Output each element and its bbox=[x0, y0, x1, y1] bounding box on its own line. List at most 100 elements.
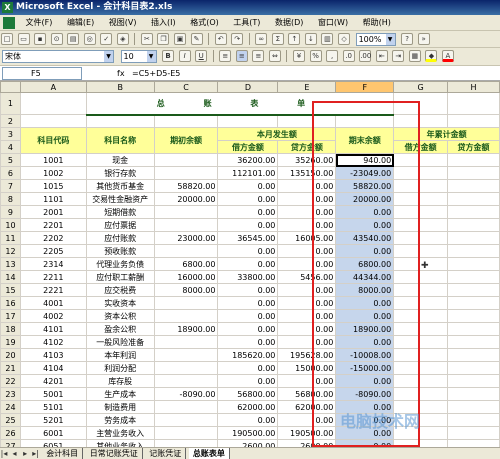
end-cell[interactable]: 0.00 bbox=[335, 309, 395, 323]
redo-icon[interactable]: ↷ bbox=[231, 33, 244, 45]
name-cell[interactable]: 库存股 bbox=[85, 374, 155, 388]
debit-cell[interactable]: 185620.00 bbox=[217, 348, 279, 362]
begin-cell[interactable] bbox=[153, 400, 219, 414]
menu-help[interactable]: 帮助(H) bbox=[357, 15, 397, 30]
research-icon[interactable]: ◈ bbox=[116, 33, 129, 45]
end-cell[interactable]: 0.00 bbox=[335, 439, 395, 447]
cum-debit-cell[interactable] bbox=[393, 192, 449, 206]
end-cell[interactable]: 0.00 bbox=[335, 335, 395, 349]
header-period[interactable]: 本月发生额 bbox=[217, 127, 337, 141]
end-cell[interactable]: 8000.00 bbox=[335, 283, 395, 297]
drawing-icon[interactable]: ◇ bbox=[338, 33, 351, 45]
begin-cell[interactable] bbox=[153, 309, 219, 323]
name-cell[interactable]: 主营业务收入 bbox=[85, 426, 155, 440]
cum-debit-cell[interactable] bbox=[393, 361, 449, 375]
code-cell[interactable]: 2205 bbox=[19, 244, 87, 258]
debit-cell[interactable]: 190500.00 bbox=[217, 426, 279, 440]
cum-credit-cell[interactable] bbox=[447, 400, 500, 414]
code-cell[interactable]: 6051 bbox=[19, 439, 87, 447]
credit-cell[interactable]: 0.00 bbox=[277, 244, 337, 258]
menu-data[interactable]: 数据(D) bbox=[269, 15, 309, 30]
credit-cell[interactable]: 0.00 bbox=[277, 205, 337, 219]
credit-cell[interactable]: 0.00 bbox=[277, 335, 337, 349]
row-header[interactable]: 8 bbox=[0, 192, 21, 206]
code-cell[interactable]: 4104 bbox=[19, 361, 87, 375]
debit-cell[interactable]: 0.00 bbox=[217, 322, 279, 336]
row-header[interactable]: 21 bbox=[0, 361, 21, 375]
column-header-f[interactable]: F bbox=[335, 81, 395, 93]
name-cell[interactable]: 劳务成本 bbox=[85, 413, 155, 427]
column-header-a[interactable]: A bbox=[19, 81, 87, 93]
debit-cell[interactable]: 2600.00 bbox=[217, 439, 279, 447]
begin-cell[interactable]: 18900.00 bbox=[153, 322, 219, 336]
permission-icon[interactable]: ⊙ bbox=[50, 33, 63, 45]
name-cell[interactable]: 一般风险准备 bbox=[85, 335, 155, 349]
merge-center-icon[interactable]: ⇔ bbox=[268, 50, 281, 62]
end-cell[interactable]: 43540.00 bbox=[335, 231, 395, 245]
cum-credit-cell[interactable] bbox=[447, 335, 500, 349]
prev-sheet-icon[interactable]: ◂ bbox=[11, 448, 19, 459]
row-header[interactable]: 16 bbox=[0, 296, 21, 310]
end-cell[interactable]: 940.00 bbox=[335, 153, 395, 167]
next-sheet-icon[interactable]: ▸ bbox=[21, 448, 29, 459]
cum-debit-cell[interactable] bbox=[393, 205, 449, 219]
credit-cell[interactable]: 0.00 bbox=[277, 322, 337, 336]
column-header-g[interactable]: G bbox=[393, 81, 449, 93]
debit-cell[interactable]: 33800.00 bbox=[217, 270, 279, 284]
name-cell[interactable]: 应付账款 bbox=[85, 231, 155, 245]
code-cell[interactable]: 1001 bbox=[19, 153, 87, 167]
cell[interactable] bbox=[393, 92, 449, 115]
credit-cell[interactable]: 0.00 bbox=[277, 413, 337, 427]
align-left-icon[interactable]: ≡ bbox=[219, 50, 232, 62]
column-header-d[interactable]: D bbox=[217, 81, 279, 93]
open-icon[interactable]: ▭ bbox=[17, 33, 30, 45]
decrease-decimal-icon[interactable]: .00 bbox=[359, 50, 371, 62]
debit-cell[interactable]: 0.00 bbox=[217, 244, 279, 258]
debit-cell[interactable]: 112101.00 bbox=[217, 166, 279, 180]
row-header[interactable]: 11 bbox=[0, 231, 21, 245]
code-cell[interactable]: 5101 bbox=[19, 400, 87, 414]
cell[interactable] bbox=[19, 114, 87, 128]
code-cell[interactable]: 5201 bbox=[19, 413, 87, 427]
row-header[interactable]: 6 bbox=[0, 166, 21, 180]
cell[interactable] bbox=[85, 114, 155, 128]
header-cum-debit[interactable]: 借方金额 bbox=[393, 140, 449, 154]
credit-cell[interactable]: 0.00 bbox=[277, 309, 337, 323]
debit-cell[interactable]: 36200.00 bbox=[217, 153, 279, 167]
credit-cell[interactable]: 56800.00 bbox=[277, 387, 337, 401]
begin-cell[interactable] bbox=[153, 374, 219, 388]
credit-cell[interactable]: 0.00 bbox=[277, 179, 337, 193]
cum-debit-cell[interactable] bbox=[393, 296, 449, 310]
name-cell[interactable]: 本年利润 bbox=[85, 348, 155, 362]
row-header[interactable]: 13 bbox=[0, 257, 21, 271]
cum-credit-cell[interactable] bbox=[447, 413, 500, 427]
debit-cell[interactable]: 0.00 bbox=[217, 413, 279, 427]
cum-debit-cell[interactable] bbox=[393, 335, 449, 349]
code-cell[interactable]: 4201 bbox=[19, 374, 87, 388]
menu-window[interactable]: 窗口(W) bbox=[312, 15, 354, 30]
menu-view[interactable]: 视图(V) bbox=[103, 15, 143, 30]
debit-cell[interactable]: 0.00 bbox=[217, 283, 279, 297]
row-header[interactable]: 9 bbox=[0, 205, 21, 219]
zoom-select[interactable]: 100% ▼ bbox=[355, 33, 396, 46]
format-painter-icon[interactable]: ✎ bbox=[190, 33, 203, 45]
formula-input[interactable]: =C5+D5-E5 bbox=[132, 67, 180, 80]
cum-credit-cell[interactable] bbox=[447, 283, 500, 297]
sort-asc-icon[interactable]: ↑ bbox=[288, 33, 301, 45]
help-icon[interactable]: ? bbox=[401, 33, 414, 45]
cum-credit-cell[interactable] bbox=[447, 296, 500, 310]
debit-cell[interactable]: 0.00 bbox=[217, 205, 279, 219]
cum-debit-cell[interactable] bbox=[393, 283, 449, 297]
name-box[interactable]: F5 bbox=[2, 67, 82, 80]
begin-cell[interactable]: 16000.00 bbox=[153, 270, 219, 284]
credit-cell[interactable]: 16005.00 bbox=[277, 231, 337, 245]
credit-cell[interactable]: 0.00 bbox=[277, 283, 337, 297]
credit-cell[interactable]: 0.00 bbox=[277, 192, 337, 206]
name-cell[interactable]: 制造费用 bbox=[85, 400, 155, 414]
row-header[interactable]: 5 bbox=[0, 153, 21, 167]
begin-cell[interactable]: 8000.00 bbox=[153, 283, 219, 297]
debit-cell[interactable]: 0.00 bbox=[217, 361, 279, 375]
tab-vouchers[interactable]: 记账凭证 bbox=[145, 448, 187, 459]
row-header[interactable]: 12 bbox=[0, 244, 21, 258]
copy-icon[interactable]: ❐ bbox=[157, 33, 170, 45]
